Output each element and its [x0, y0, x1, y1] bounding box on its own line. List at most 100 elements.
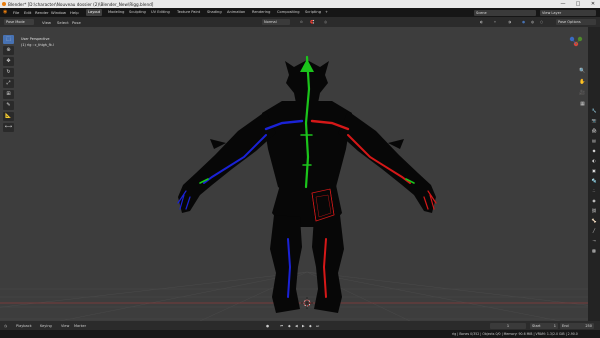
- blender-menu-icon[interactable]: ◉: [3, 9, 7, 15]
- play-reverse-icon[interactable]: ◀: [295, 323, 298, 329]
- close-button[interactable]: ✕: [586, 0, 600, 8]
- bone-icon[interactable]: ╱: [590, 227, 598, 234]
- menu-pose[interactable]: Pose: [72, 20, 81, 25]
- tab-scripting[interactable]: Scripting: [303, 9, 323, 16]
- menu-file[interactable]: File: [13, 10, 19, 15]
- pose-options-label: Pose Options: [558, 20, 581, 24]
- overlays-icon[interactable]: ◑: [508, 19, 511, 25]
- menu-help[interactable]: Help: [70, 10, 79, 15]
- 3d-viewport[interactable]: User Perspective (1) rig : c_thigh_fk.l: [0, 27, 588, 321]
- start-frame-value: 1: [553, 323, 556, 328]
- orientation-selector[interactable]: Normal: [262, 19, 290, 25]
- constraints-icon[interactable]: ⛓: [590, 207, 598, 214]
- material-shading-icon[interactable]: ◍: [531, 19, 534, 25]
- next-keyframe-icon[interactable]: ◆: [309, 323, 312, 329]
- menu-render[interactable]: Render: [35, 10, 49, 15]
- jump-start-icon[interactable]: ⏮: [280, 323, 283, 329]
- tab-texture-paint[interactable]: Texture Paint: [175, 9, 202, 16]
- menu-edit[interactable]: Edit: [24, 10, 31, 15]
- start-frame-label: Start: [532, 323, 541, 328]
- menu-select[interactable]: Select: [57, 20, 69, 25]
- modifier-icon[interactable]: 🔩: [590, 177, 598, 184]
- rotate-icon[interactable]: ↻: [3, 68, 14, 77]
- output-icon[interactable]: 🖨: [590, 127, 598, 134]
- texture-icon[interactable]: ▩: [590, 247, 598, 254]
- viewport-header: Pose Mode View Select Pose Normal ⊙ 🧲 ◎ …: [0, 17, 600, 27]
- gizmo-icon[interactable]: ⌖: [494, 19, 496, 25]
- tool-shelf: ⬚ ⊕ ✥ ↻ ⤢ ⊞ ✎ 📐 ⟷: [3, 35, 15, 134]
- status-bar: rig | Bones 0/352 | Objects 0/0 | Memory…: [0, 330, 600, 338]
- object-icon[interactable]: ▣: [590, 167, 598, 174]
- bone-size-icon[interactable]: ⟷: [3, 123, 14, 132]
- playback-menu[interactable]: Playback: [16, 323, 32, 329]
- armature-data-icon[interactable]: 🦴: [590, 217, 598, 224]
- properties-tabs: 🔧 📷 🖨 ▤ ◆ ◐ ▣ 🔩 ∴ ◉ ⛓ 🦴 ╱ ⊸ ▩: [588, 27, 600, 321]
- measure-icon[interactable]: 📐: [3, 112, 14, 121]
- proportional-edit-icon[interactable]: ◎: [324, 19, 327, 25]
- tab-rendering[interactable]: Rendering: [250, 9, 272, 16]
- pivot-icon[interactable]: ⊙: [300, 19, 303, 25]
- tab-compositing[interactable]: Compositing: [275, 9, 302, 16]
- keying-menu[interactable]: Keying: [40, 323, 52, 329]
- tool-icon[interactable]: 🔧: [590, 107, 598, 114]
- mode-selector[interactable]: Pose Mode: [4, 19, 34, 25]
- orientation-label: Normal: [264, 20, 277, 24]
- scale-icon[interactable]: ⤢: [3, 79, 14, 88]
- menu-window[interactable]: Window: [51, 10, 66, 15]
- timeline-editor-icon[interactable]: ◷: [4, 323, 7, 329]
- rendered-shading-icon[interactable]: ○: [540, 19, 543, 25]
- transform-icon[interactable]: ⊞: [3, 90, 14, 99]
- solid-shading-icon[interactable]: ●: [522, 19, 525, 25]
- viewport-navigation: 🔍 ✋ 🎥 ▦: [578, 67, 588, 111]
- window-title: Blender* [D:\character\Nouveau dossier (…: [8, 1, 154, 7]
- snap-icon[interactable]: 🧲: [310, 19, 314, 25]
- start-frame-field[interactable]: Start 1: [530, 322, 558, 329]
- current-frame-value: 1: [506, 323, 510, 328]
- minimize-button[interactable]: —: [556, 0, 570, 8]
- play-icon[interactable]: ▶: [302, 323, 305, 329]
- view-name: User Perspective: [21, 37, 50, 41]
- move-icon[interactable]: ✥: [3, 57, 14, 66]
- title-bar: Blender* [D:\character\Nouveau dossier (…: [0, 0, 600, 8]
- tab-animation[interactable]: Animation: [225, 9, 247, 16]
- pan-hand-icon[interactable]: ✋: [578, 78, 587, 86]
- prev-keyframe-icon[interactable]: ◆: [288, 323, 291, 329]
- menu-view[interactable]: View: [42, 20, 51, 25]
- scene-icon[interactable]: ◆: [590, 147, 598, 154]
- select-box-icon[interactable]: ⬚: [3, 35, 14, 44]
- add-workspace-button[interactable]: +: [323, 9, 330, 16]
- maximize-button[interactable]: □: [571, 0, 585, 8]
- tab-shading[interactable]: Shading: [205, 9, 224, 16]
- navigation-gizmo[interactable]: [569, 36, 583, 47]
- end-frame-label: End: [562, 323, 569, 328]
- camera-icon[interactable]: 🎥: [578, 89, 587, 97]
- zoom-icon[interactable]: 🔍: [578, 67, 587, 75]
- current-frame-field[interactable]: 1: [490, 322, 526, 329]
- record-icon[interactable]: ●: [266, 323, 269, 329]
- view-layer-icon[interactable]: ▤: [590, 137, 598, 144]
- jump-end-icon[interactable]: ⏭: [316, 323, 319, 329]
- scene-selector[interactable]: Scene: [474, 9, 536, 16]
- pose-options-button[interactable]: Pose Options: [556, 19, 596, 25]
- tab-layout[interactable]: Layout: [86, 9, 103, 16]
- cursor-icon[interactable]: ⊕: [3, 46, 14, 55]
- end-frame-field[interactable]: End 250: [560, 322, 594, 329]
- tab-modeling[interactable]: Modeling: [106, 9, 126, 16]
- visibility-icon[interactable]: ◐: [480, 19, 483, 25]
- tab-uv-editing[interactable]: UV Editing: [149, 9, 172, 16]
- blender-logo-icon: [2, 1, 6, 6]
- particles-icon[interactable]: ∴: [590, 187, 598, 194]
- annotate-icon[interactable]: ✎: [3, 101, 14, 110]
- physics-icon[interactable]: ◉: [590, 197, 598, 204]
- view-layer-selector[interactable]: View Layer: [540, 9, 596, 16]
- bone-constraint-icon[interactable]: ⊸: [590, 237, 598, 244]
- tab-sculpting[interactable]: Sculpting: [127, 9, 148, 16]
- perspective-grid-icon[interactable]: ▦: [578, 100, 587, 108]
- world-icon[interactable]: ◐: [590, 157, 598, 164]
- top-bar: ◉ File Edit Render Window Help Layout Mo…: [0, 8, 600, 17]
- timeline-view-menu[interactable]: View: [61, 323, 69, 329]
- status-info: rig | Bones 0/352 | Objects 0/0 | Memory…: [452, 331, 578, 336]
- scene-name: Scene: [476, 10, 487, 15]
- marker-menu[interactable]: Marker: [74, 323, 86, 329]
- render-icon[interactable]: 📷: [590, 117, 598, 124]
